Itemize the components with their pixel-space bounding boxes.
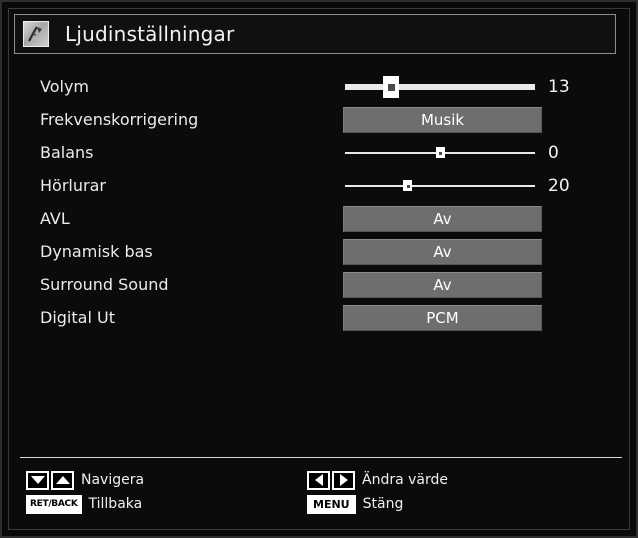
- setting-control[interactable]: Av: [343, 202, 542, 235]
- setting-control[interactable]: [343, 169, 542, 202]
- slider-handle[interactable]: [435, 147, 445, 158]
- hint-back: RET/BACK Tillbaka: [26, 494, 142, 514]
- setting-value: 13: [548, 76, 570, 97]
- setting-label: AVL: [40, 209, 70, 228]
- arrow-right-icon[interactable]: [332, 470, 355, 490]
- setting-row-volym[interactable]: Volym 13: [2, 70, 638, 103]
- setting-label: Frekvenskorrigering: [40, 110, 199, 129]
- hint-label: Navigera: [81, 472, 145, 488]
- setting-label: Volym: [40, 77, 89, 96]
- setting-row-avl[interactable]: AVL Av: [2, 202, 638, 235]
- menu-title-bar: Ljudinställningar: [14, 14, 616, 54]
- sound-settings-icon: [23, 21, 49, 47]
- setting-row-balans[interactable]: Balans 0: [2, 136, 638, 169]
- tv-osd-screen: Ljudinställningar Volym 13 Frekvenskorri…: [0, 0, 638, 538]
- setting-control[interactable]: [343, 70, 542, 103]
- setting-label: Balans: [40, 143, 94, 162]
- footer-divider: [20, 457, 622, 458]
- setting-row-surround-sound[interactable]: Surround Sound Av: [2, 268, 638, 301]
- setting-label: Dynamisk bas: [40, 242, 153, 261]
- setting-control[interactable]: Musik: [343, 103, 542, 136]
- setting-label: Hörlurar: [40, 176, 106, 195]
- setting-label: Surround Sound: [40, 275, 169, 294]
- equalizer-option-box[interactable]: Musik: [343, 106, 542, 133]
- dynamic-bass-option-box[interactable]: Av: [343, 238, 542, 265]
- setting-control[interactable]: [343, 136, 542, 169]
- setting-row-frekvenskorrigering[interactable]: Frekvenskorrigering Musik: [2, 103, 638, 136]
- ret-back-key[interactable]: RET/BACK: [26, 494, 82, 514]
- hint-label: Stäng: [362, 496, 404, 512]
- setting-value: 0: [548, 142, 559, 163]
- hint-close: MENU Stäng: [307, 494, 403, 514]
- avl-option-box[interactable]: Av: [343, 205, 542, 232]
- setting-row-dynamisk-bas[interactable]: Dynamisk bas Av: [2, 235, 638, 268]
- menu-title: Ljudinställningar: [65, 22, 235, 46]
- arrow-up-icon[interactable]: [51, 470, 74, 490]
- settings-list: Volym 13 Frekvenskorrigering Musik Balan…: [2, 70, 638, 334]
- slider-handle[interactable]: [403, 180, 413, 191]
- arrow-left-icon[interactable]: [307, 470, 330, 490]
- setting-value: 20: [548, 175, 570, 196]
- setting-row-horlurar[interactable]: Hörlurar 20: [2, 169, 638, 202]
- hint-change-value: Ändra värde: [307, 470, 448, 490]
- footer-hints: Navigera RET/BACK Tillbaka Ändra värde M…: [2, 468, 638, 524]
- menu-key[interactable]: MENU: [307, 494, 356, 514]
- hint-navigate: Navigera: [26, 470, 144, 490]
- setting-label: Digital Ut: [40, 308, 115, 327]
- hint-label: Tillbaka: [88, 496, 143, 512]
- setting-control[interactable]: Av: [343, 268, 542, 301]
- setting-row-digital-ut[interactable]: Digital Ut PCM: [2, 301, 638, 334]
- slider-track: [345, 83, 535, 90]
- slider-track: [345, 184, 535, 187]
- setting-control[interactable]: Av: [343, 235, 542, 268]
- slider-handle[interactable]: [382, 75, 399, 98]
- setting-control[interactable]: PCM: [343, 301, 542, 334]
- digital-out-option-box[interactable]: PCM: [343, 304, 542, 331]
- surround-sound-option-box[interactable]: Av: [343, 271, 542, 298]
- arrow-down-icon[interactable]: [26, 470, 49, 490]
- hint-label: Ändra värde: [362, 472, 448, 488]
